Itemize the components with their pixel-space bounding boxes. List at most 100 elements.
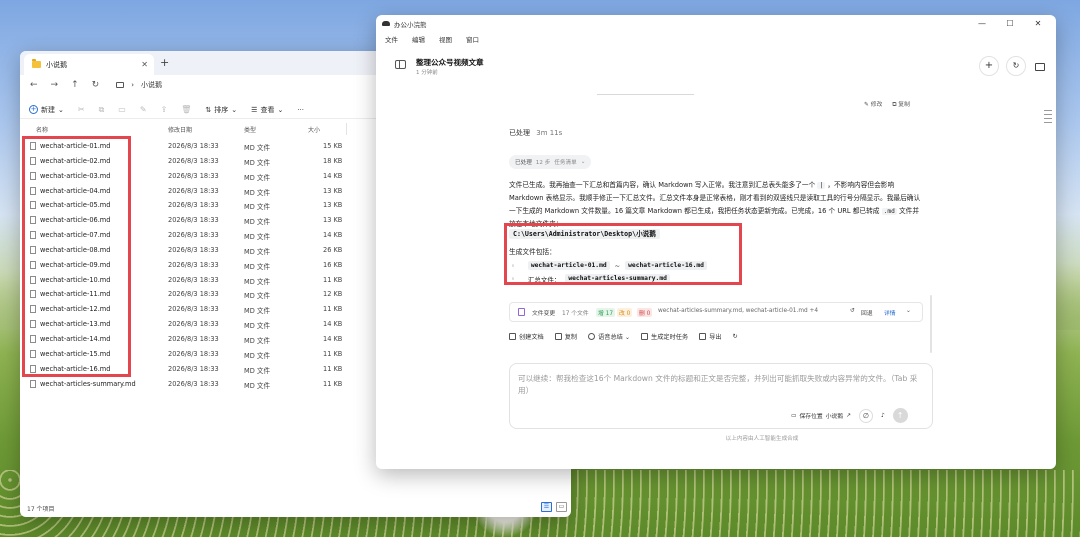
file-type: MD 文件 <box>244 247 271 256</box>
file-size: 14 KB <box>323 320 343 329</box>
file-date: 2026/8/3 18:33 <box>168 379 219 388</box>
breadcrumb-current-folder[interactable]: 小说鹅 <box>141 80 162 90</box>
microphone-icon[interactable]: ♪ <box>881 413 885 419</box>
forward-arrow-icon[interactable]: → <box>51 80 59 90</box>
menu-window[interactable]: 窗口 <box>466 34 479 44</box>
copy-message-button[interactable]: ⧉ 复制 <box>892 99 910 109</box>
more-options-icon[interactable]: ··· <box>297 106 304 114</box>
disclaimer-text: 以上内容由人工智能生成合成 <box>725 436 799 442</box>
close-tab-icon[interactable]: ✕ <box>141 60 148 69</box>
file-size: 14 KB <box>323 231 343 240</box>
file-type: MD 文件 <box>244 381 271 390</box>
file-date: 2026/8/3 18:33 <box>168 156 219 165</box>
sort-button[interactable]: ⇅ 排序 ⌄ <box>205 105 237 115</box>
column-date[interactable]: 修改日期 <box>168 125 192 134</box>
file-changes-card[interactable]: 文件变更 17 个文件 增 17 改 0 删 0 wechat-articles… <box>509 302 923 322</box>
file-changes-title: 文件变更 <box>532 311 556 317</box>
rename-icon[interactable]: ✎ <box>140 105 147 114</box>
scheduled-task-button[interactable]: 生成定时任务 <box>641 332 688 341</box>
side-panel-icon[interactable] <box>1035 63 1045 71</box>
chat-input-box[interactable]: 可以继续：帮我检查这16个 Markdown 文件的标题和正文是否完整，并列出可… <box>509 363 933 429</box>
export-label: 导出 <box>709 334 722 341</box>
sort-button-label: 排序 <box>214 105 229 114</box>
menu-view[interactable]: 视图 <box>439 34 452 44</box>
refresh-icon[interactable]: ↻ <box>92 80 100 90</box>
added-badge: 增 17 <box>596 308 616 317</box>
new-button[interactable]: + 新建 ⌄ <box>29 105 64 115</box>
maximize-icon[interactable]: ☐ <box>996 17 1024 30</box>
deleted-badge: 删 0 <box>637 308 653 317</box>
column-size[interactable]: 大小 <box>308 125 320 134</box>
new-tab-button[interactable]: + <box>160 56 169 69</box>
new-chat-button[interactable]: + <box>979 56 999 76</box>
details-view-icon[interactable]: ☰ <box>541 502 552 512</box>
create-doc-button[interactable]: 创建文档 <box>509 332 544 341</box>
message-actions: ✎ 修改 ⧉ 复制 <box>864 99 910 109</box>
minimize-icon[interactable]: — <box>968 17 996 30</box>
close-icon[interactable]: ✕ <box>1024 17 1052 30</box>
save-location-button[interactable]: ▭ 保存位置 小说鹅 ↗ <box>791 411 851 421</box>
file-type: MD 文件 <box>244 203 271 212</box>
explorer-tab[interactable]: 小说鹅 ✕ <box>24 54 154 75</box>
chevron-down-icon: ⌄ <box>277 105 284 114</box>
processed-duration: 3m 11s <box>536 129 563 137</box>
file-type: MD 文件 <box>244 322 271 331</box>
edit-message-button[interactable]: ✎ 修改 <box>864 99 882 109</box>
export-icon <box>699 333 707 340</box>
chat-input-placeholder[interactable]: 可以继续：帮我检查这16个 Markdown 文件的标题和正文是否完整，并列出可… <box>518 373 928 397</box>
file-date: 2026/8/3 18:33 <box>168 290 219 299</box>
file-type: MD 文件 <box>244 262 271 271</box>
file-size: 11 KB <box>323 364 343 373</box>
cut-icon[interactable]: ✂ <box>78 105 85 114</box>
share-icon[interactable]: ⇪ <box>161 105 168 114</box>
message-action-row: 创建文档 复制 语音总结 ⌄ 生成定时任务 导出 ↻ <box>509 332 738 341</box>
chip-sub: 任务清单 <box>554 160 577 166</box>
up-arrow-icon[interactable]: ↑ <box>71 80 79 90</box>
menu-file[interactable]: 文件 <box>385 34 398 44</box>
undo-button[interactable]: 回退 <box>861 308 873 317</box>
message-scrollbar[interactable] <box>930 295 932 353</box>
window-controls: — ☐ ✕ <box>968 17 1052 30</box>
undo-icon[interactable]: ↺ <box>850 308 855 314</box>
history-icon[interactable]: ↻ <box>1006 56 1026 76</box>
conversation-title: 整理公众号视频文章 <box>416 58 484 67</box>
copy-icon[interactable]: ⧉ <box>99 105 105 115</box>
task-steps-chip[interactable]: 已处理 12 步 任务清单 ⌄ <box>509 155 592 169</box>
file-date: 2026/8/3 18:33 <box>168 275 219 284</box>
explorer-tab-title: 小说鹅 <box>46 60 67 69</box>
chevron-down-icon[interactable]: ⌄ <box>906 308 911 314</box>
send-button[interactable]: ↑ <box>892 408 908 423</box>
view-button-label: 查看 <box>260 105 275 114</box>
file-date: 2026/8/3 18:33 <box>168 171 219 180</box>
sidebar-toggle-icon[interactable] <box>395 60 406 69</box>
file-date: 2026/8/3 18:33 <box>168 201 219 210</box>
paste-icon[interactable]: ▭ <box>118 105 126 114</box>
file-type: MD 文件 <box>244 158 271 167</box>
app-title: 办公小浣熊 <box>394 20 427 29</box>
create-doc-label: 创建文档 <box>519 334 544 341</box>
column-type[interactable]: 类型 <box>244 125 256 134</box>
file-size: 13 KB <box>323 186 343 195</box>
column-name[interactable]: 名称 <box>36 125 48 134</box>
document-icon <box>518 308 525 316</box>
regenerate-icon[interactable]: ↻ <box>733 332 738 341</box>
detail-button[interactable]: 详情 <box>884 308 896 317</box>
attach-icon[interactable]: ∅ <box>858 408 873 423</box>
delete-icon[interactable]: 🗑 <box>181 105 191 114</box>
view-button[interactable]: ☰ 查看 ⌄ <box>251 105 283 115</box>
chevron-down-icon: ⌄ <box>58 105 64 114</box>
menu-edit[interactable]: 编辑 <box>412 34 425 44</box>
voice-summary-button[interactable]: 语音总结 ⌄ <box>588 332 630 341</box>
copy-button[interactable]: 复制 <box>554 332 577 341</box>
column-divider <box>346 123 347 135</box>
address-bar[interactable]: › 小说鹅 <box>116 80 162 90</box>
file-date: 2026/8/3 18:33 <box>168 245 219 254</box>
scroll-indicator[interactable] <box>1044 110 1052 126</box>
back-arrow-icon[interactable]: ← <box>30 80 38 90</box>
output-highlight-box <box>504 223 742 285</box>
open-external-icon[interactable]: ↗ <box>846 413 851 419</box>
file-type: MD 文件 <box>244 144 271 152</box>
export-button[interactable]: 导出 <box>699 332 722 341</box>
chevron-down-icon: ⌄ <box>580 159 586 165</box>
tiles-view-icon[interactable]: ▭ <box>556 502 567 512</box>
